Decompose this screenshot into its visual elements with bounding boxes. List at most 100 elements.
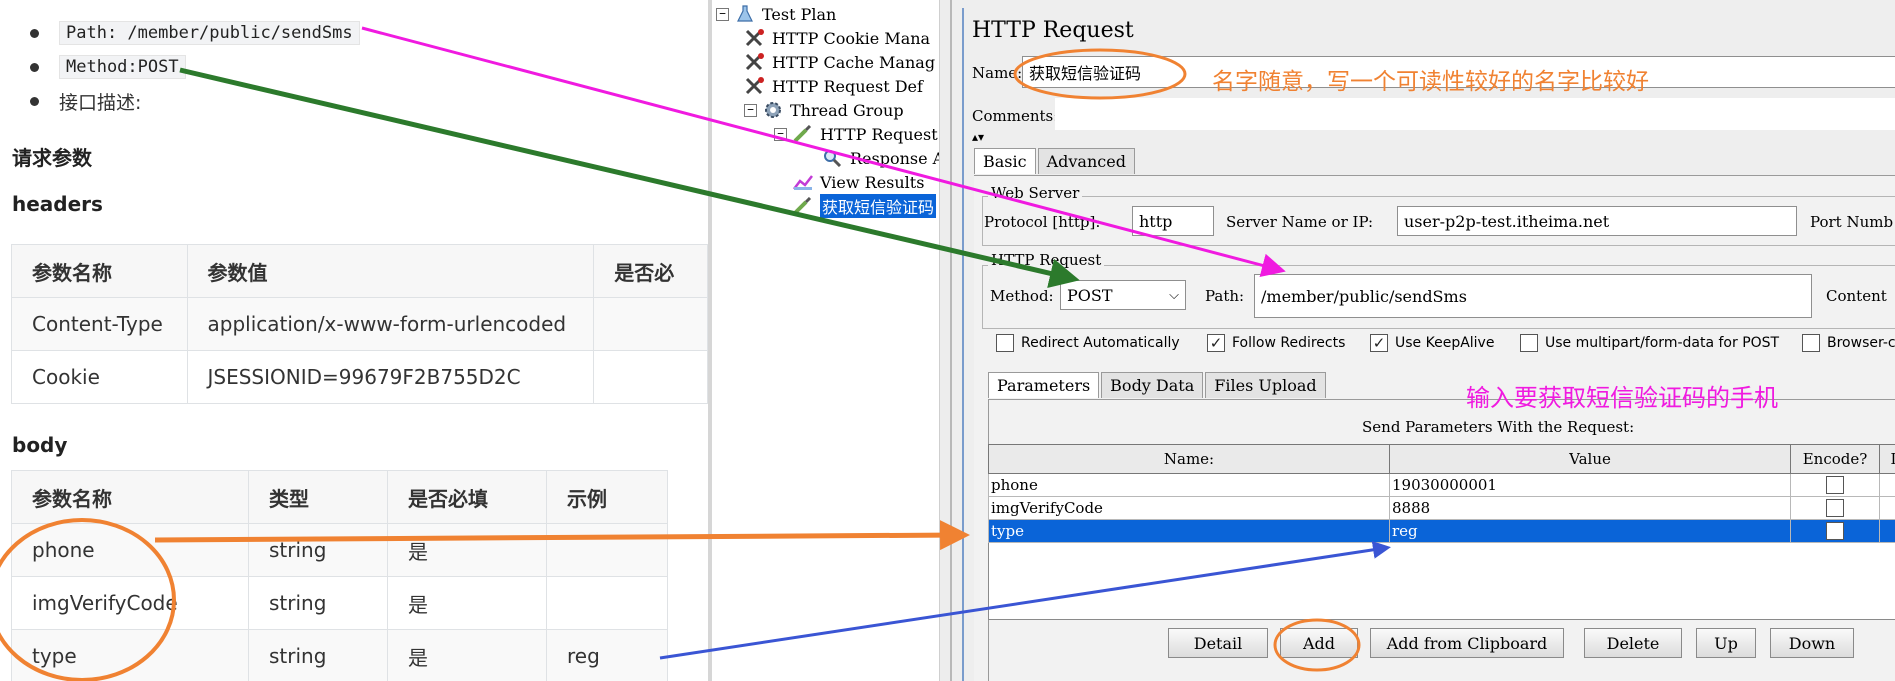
http-request-group-title: HTTP Request — [988, 251, 1105, 269]
comments-input[interactable] — [1055, 98, 1895, 130]
col-header-include[interactable]: I — [1879, 444, 1895, 474]
table-row-selected[interactable]: type reg — [988, 519, 1895, 543]
server-input[interactable]: user-p2p-test.itheima.net — [1397, 206, 1797, 236]
table-cell: string — [248, 523, 388, 577]
collapse-icon[interactable]: − — [716, 7, 729, 21]
tab-parameters[interactable]: Parameters — [988, 372, 1100, 398]
req-params-heading: 请求参数 — [12, 146, 92, 170]
table-row[interactable]: phone 19030000001 — [988, 473, 1895, 497]
tree-node-label: HTTP Request Def — [772, 76, 923, 96]
include-cell[interactable] — [1879, 473, 1895, 497]
tree-node-response-assertion[interactable]: Response A — [822, 147, 944, 169]
table-cell — [546, 523, 668, 577]
tree-splitter[interactable] — [939, 0, 950, 681]
encode-checkbox[interactable] — [1826, 499, 1844, 517]
param-value-cell[interactable]: 19030000001 — [1389, 473, 1791, 497]
table-cell: Content-Type — [11, 297, 188, 351]
gear-icon — [762, 101, 784, 119]
path-input[interactable]: /member/public/sendSms — [1254, 274, 1812, 318]
tree-node-label: HTTP Cookie Mana — [772, 28, 931, 48]
tree-node-request-defaults[interactable]: HTTP Request Def — [744, 75, 923, 97]
param-value-cell[interactable]: reg — [1389, 519, 1791, 543]
redirect-automatically-checkbox[interactable]: Redirect Automatically — [996, 334, 1180, 352]
encode-cell[interactable] — [1790, 519, 1880, 543]
test-plan-icon — [734, 5, 756, 23]
param-name-cell[interactable]: imgVerifyCode — [988, 496, 1390, 520]
col-header-value[interactable]: Value — [1389, 444, 1791, 474]
tree-node-test-plan[interactable]: − Test Plan — [716, 3, 836, 25]
tree-node-cache-manager[interactable]: HTTP Cache Manag — [744, 51, 935, 73]
table-cell: imgVerifyCode — [11, 576, 249, 630]
tree-node-get-sms-code[interactable]: 获取短信验证码 — [792, 194, 937, 218]
collapse-icon[interactable]: − — [774, 127, 787, 141]
wrench-icon — [744, 53, 766, 71]
include-cell[interactable] — [1879, 496, 1895, 520]
collapse-icon[interactable]: − — [744, 103, 757, 117]
include-cell[interactable] — [1879, 519, 1895, 543]
param-name-cell[interactable]: phone — [988, 473, 1390, 497]
multipart-checkbox[interactable]: Use multipart/form-data for POST — [1520, 334, 1779, 352]
method-label: Method: — [990, 287, 1054, 305]
table-row: imgVerifyCode string 是 — [11, 576, 668, 630]
checkbox-box[interactable]: ✓ — [1370, 334, 1388, 352]
method-select[interactable]: POST ⌵ — [1060, 280, 1186, 310]
collapse-arrows-icon[interactable]: ▴▾ — [972, 130, 984, 144]
encode-cell[interactable] — [1790, 473, 1880, 497]
tree-node-thread-group[interactable]: − Thread Group — [744, 99, 904, 121]
magnifier-icon — [822, 149, 844, 168]
checkbox-box[interactable]: ✓ — [1207, 334, 1225, 352]
params-table: Name: Value Encode? I phone 19030000001 … — [988, 444, 1895, 543]
use-keepalive-checkbox[interactable]: ✓ Use KeepAlive — [1370, 334, 1494, 352]
tab-advanced[interactable]: Advanced — [1037, 148, 1135, 174]
param-name-cell[interactable]: type — [988, 519, 1390, 543]
port-label: Port Numb — [1810, 213, 1894, 231]
wrench-icon — [744, 77, 766, 95]
panel-border — [962, 8, 964, 681]
detail-button[interactable]: Detail — [1168, 628, 1268, 658]
encode-cell[interactable] — [1790, 496, 1880, 520]
table-cell: Cookie — [11, 350, 188, 404]
web-server-title: Web Server — [988, 184, 1083, 202]
tree-node-cookie-manager[interactable]: HTTP Cookie Mana — [744, 27, 930, 49]
checkbox-box[interactable] — [1520, 334, 1538, 352]
tree-node-label: HTTP Cache Manag — [772, 52, 936, 72]
tab-body-data[interactable]: Body Data — [1101, 372, 1204, 398]
http-request-panel: HTTP Request Name: 获取短信验证码 Comments: ▴▾ … — [952, 0, 1895, 681]
desc-text: 接口描述: — [59, 91, 142, 114]
encode-checkbox[interactable] — [1826, 476, 1844, 494]
col-header: 类型 — [248, 470, 388, 524]
follow-redirects-checkbox[interactable]: ✓ Follow Redirects — [1207, 334, 1345, 352]
tab-files-upload[interactable]: Files Upload — [1205, 372, 1326, 398]
param-value-cell[interactable]: 8888 — [1389, 496, 1791, 520]
col-header-encode[interactable]: Encode? — [1790, 444, 1880, 474]
content-encoding-label: Content — [1826, 287, 1887, 305]
tree-node-label: Response A — [850, 148, 945, 168]
main-tabs: Basic Advanced — [974, 148, 1137, 174]
tree-node-view-results[interactable]: View Results — [792, 171, 924, 193]
tree-node-http-request[interactable]: − HTTP Request — [774, 123, 938, 145]
path-code: Path: /member/public/sendSms — [59, 21, 360, 45]
protocol-input[interactable]: http — [1132, 206, 1214, 236]
add-from-clipboard-button[interactable]: Add from Clipboard — [1370, 628, 1564, 658]
table-row[interactable]: imgVerifyCode 8888 — [988, 496, 1895, 520]
table-cell: phone — [11, 523, 249, 577]
down-button[interactable]: Down — [1770, 628, 1854, 658]
param-tabs: Parameters Body Data Files Upload — [988, 372, 1328, 398]
add-button[interactable]: Add — [1280, 628, 1358, 658]
tree-node-label: View Results — [820, 172, 925, 192]
up-button[interactable]: Up — [1696, 628, 1756, 658]
col-header-name[interactable]: Name: — [988, 444, 1390, 474]
browser-compatible-checkbox[interactable]: Browser-c — [1802, 334, 1895, 352]
delete-button[interactable]: Delete — [1584, 628, 1682, 658]
tab-basic[interactable]: Basic — [974, 148, 1036, 174]
table-cell: string — [248, 629, 388, 681]
table-cell: 是 — [387, 523, 547, 577]
encode-checkbox[interactable] — [1826, 522, 1844, 540]
bullet-dot — [30, 62, 39, 72]
send-params-title: Send Parameters With the Request: — [1362, 418, 1635, 436]
phone-annotation-note: 输入要获取短信验证码的手机 — [1466, 384, 1778, 412]
checkbox-box[interactable] — [1802, 334, 1820, 352]
headers-heading: headers — [12, 192, 103, 216]
table-row: phone string 是 — [11, 523, 668, 577]
checkbox-box[interactable] — [996, 334, 1014, 352]
